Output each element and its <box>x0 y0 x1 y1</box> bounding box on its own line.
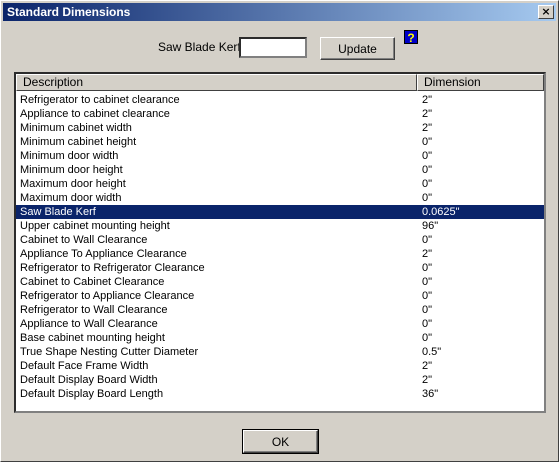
update-button[interactable]: Update <box>320 37 395 60</box>
row-dimension: 96" <box>422 220 439 232</box>
row-description: Appliance to cabinet clearance <box>20 108 170 120</box>
row-dimension: 0" <box>422 332 433 344</box>
row-dimension: 2" <box>422 374 433 386</box>
row-description: Minimum door width <box>20 150 119 162</box>
kerf-input[interactable] <box>239 37 307 58</box>
table-row[interactable]: Minimum cabinet height 0" <box>16 135 544 149</box>
table-row[interactable]: Default Display Board Length 36" <box>16 387 544 401</box>
row-description: Default Face Frame Width <box>20 360 149 372</box>
row-dimension: 0" <box>422 276 433 288</box>
table-row[interactable]: Minimum door width 0" <box>16 149 544 163</box>
row-dimension: 0" <box>422 164 433 176</box>
row-description: True Shape Nesting Cutter Diameter <box>20 346 199 358</box>
row-description: Saw Blade Kerf <box>20 206 96 218</box>
table-row[interactable]: Base cabinet mounting height 0" <box>16 331 544 345</box>
row-dimension: 0" <box>422 150 433 162</box>
table-row[interactable]: Refrigerator to cabinet clearance 2" <box>16 93 544 107</box>
row-description: Default Display Board Length <box>20 388 164 400</box>
row-description: Refrigerator to Wall Clearance <box>20 304 168 316</box>
row-dimension: 0" <box>422 234 433 246</box>
table-row[interactable]: Refrigerator to Wall Clearance 0" <box>16 303 544 317</box>
table-row[interactable]: Maximum door height 0" <box>16 177 544 191</box>
table-row[interactable]: True Shape Nesting Cutter Diameter 0.5" <box>16 345 544 359</box>
row-dimension: 2" <box>422 94 433 106</box>
row-description: Default Display Board Width <box>20 374 158 386</box>
list-header: Description Dimension <box>16 74 544 91</box>
row-dimension: 0" <box>422 318 433 330</box>
row-description: Maximum door width <box>20 192 122 204</box>
table-row[interactable]: Default Display Board Width 2" <box>16 373 544 387</box>
close-button[interactable]: × <box>538 5 554 19</box>
table-row[interactable]: Upper cabinet mounting height 96" <box>16 219 544 233</box>
row-dimension: 0.5" <box>422 346 442 358</box>
table-row[interactable]: Appliance To Appliance Clearance 2" <box>16 247 544 261</box>
row-description: Appliance to Wall Clearance <box>20 318 158 330</box>
row-description: Appliance To Appliance Clearance <box>20 248 187 260</box>
row-dimension: 0" <box>422 136 433 148</box>
help-icon[interactable]: ? <box>404 30 418 45</box>
table-row[interactable]: Refrigerator to Appliance Clearance 0" <box>16 289 544 303</box>
row-dimension: 2" <box>422 122 433 134</box>
row-dimension: 0" <box>422 290 433 302</box>
row-description: Refrigerator to Appliance Clearance <box>20 290 195 302</box>
kerf-label: Saw Blade Kerf <box>158 40 241 54</box>
row-dimension: 2" <box>422 360 433 372</box>
dimensions-list[interactable]: Description Dimension Refrigerator to ca… <box>14 72 546 413</box>
table-row[interactable]: Appliance to Wall Clearance 0" <box>16 317 544 331</box>
row-dimension: 0" <box>422 192 433 204</box>
row-dimension: 2" <box>422 108 433 120</box>
title-bar[interactable]: Standard Dimensions × <box>3 3 556 21</box>
table-row[interactable]: Default Face Frame Width 2" <box>16 359 544 373</box>
row-description: Refrigerator to Refrigerator Clearance <box>20 262 205 274</box>
row-dimension: 0" <box>422 178 433 190</box>
table-row[interactable]: Appliance to cabinet clearance 2" <box>16 107 544 121</box>
window-title: Standard Dimensions <box>7 5 131 19</box>
column-header-description[interactable]: Description <box>16 74 417 91</box>
table-row[interactable]: Maximum door width 0" <box>16 191 544 205</box>
row-description: Minimum cabinet height <box>20 136 137 148</box>
table-row[interactable]: Minimum door height 0" <box>16 163 544 177</box>
row-description: Upper cabinet mounting height <box>20 220 170 232</box>
list-rows: Refrigerator to cabinet clearance 2" Appli… <box>16 93 544 401</box>
row-description: Base cabinet mounting height <box>20 332 165 344</box>
table-row[interactable]: Saw Blade Kerf 0.0625" <box>16 205 544 219</box>
table-row[interactable]: Cabinet to Wall Clearance 0" <box>16 233 544 247</box>
row-dimension: 0.0625" <box>422 206 460 218</box>
row-description: Minimum door height <box>20 164 123 176</box>
row-description: Maximum door height <box>20 178 126 190</box>
row-description: Refrigerator to cabinet clearance <box>20 94 180 106</box>
row-dimension: 0" <box>422 262 433 274</box>
row-dimension: 36" <box>422 388 439 400</box>
column-header-dimension[interactable]: Dimension <box>417 74 544 91</box>
table-row[interactable]: Minimum cabinet width 2" <box>16 121 544 135</box>
row-description: Cabinet to Wall Clearance <box>20 234 148 246</box>
row-description: Cabinet to Cabinet Clearance <box>20 276 165 288</box>
row-dimension: 0" <box>422 304 433 316</box>
table-row[interactable]: Cabinet to Cabinet Clearance 0" <box>16 275 544 289</box>
row-dimension: 2" <box>422 248 433 260</box>
table-row[interactable]: Refrigerator to Refrigerator Clearance 0" <box>16 261 544 275</box>
row-description: Minimum cabinet width <box>20 122 132 134</box>
ok-button[interactable]: OK <box>243 430 318 453</box>
